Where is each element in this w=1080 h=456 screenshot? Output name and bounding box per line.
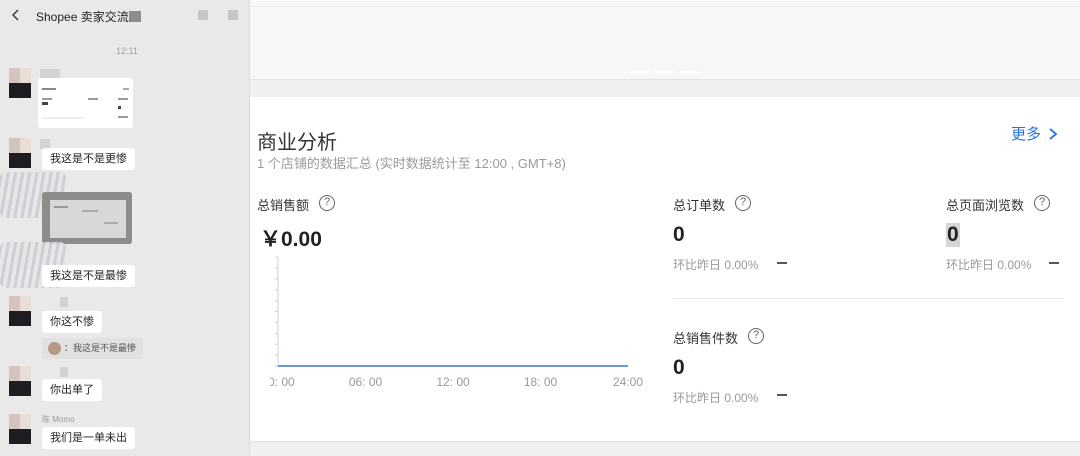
chat-panel: Shopee 卖家交流 12:11 我这是不是更惨 我这是不是最惨 你这不惨 ：…: [0, 0, 250, 456]
chat-header: Shopee 卖家交流: [0, 0, 249, 32]
business-analysis-card: 商业分析 1 个店铺的数据汇总 (实时数据统计至 12:00 , GMT+8) …: [250, 97, 1080, 441]
message-bubble[interactable]: 我这是不是最惨: [42, 265, 135, 287]
x-tick-label: 06: 00: [349, 375, 383, 389]
page-views-label: 总页面浏览数: [946, 198, 1025, 213]
message-timestamp: 12:11: [116, 46, 138, 56]
page-views-change: 环比昨日 0.00%: [946, 258, 1032, 272]
image-message[interactable]: [42, 192, 132, 244]
items-sold-label: 总销售件数: [673, 331, 739, 346]
chat-title: Shopee 卖家交流: [36, 10, 129, 24]
trend-flat-icon: [777, 262, 787, 264]
x-tick-label: 00: 00: [270, 375, 295, 389]
quote-avatar: [48, 342, 61, 355]
message-bubble[interactable]: 我们是一单未出: [42, 427, 135, 449]
carousel-dot[interactable]: [655, 71, 675, 74]
help-icon[interactable]: ?: [319, 195, 335, 211]
avatar[interactable]: [9, 68, 31, 98]
orders-change: 环比昨日 0.00%: [673, 258, 759, 272]
carousel-dot[interactable]: [630, 71, 650, 74]
section-subtitle: 1 个店铺的数据汇总 (实时数据统计至 12:00 , GMT+8): [257, 156, 566, 171]
sender-name-redacted: [60, 297, 68, 307]
x-tick-label: 18: 00: [524, 375, 558, 389]
sales-line-chart: 00: 00 06: 00 12: 00 18: 00 24:00: [270, 256, 643, 389]
quoted-message[interactable]: ：我这是不是最惨: [42, 338, 144, 359]
section-title: 商业分析: [257, 132, 337, 154]
x-tick-label: 12: 00: [436, 375, 470, 389]
items-sold-change: 环比昨日 0.00%: [673, 391, 759, 405]
avatar[interactable]: [9, 366, 31, 396]
image-message[interactable]: [38, 78, 133, 128]
quoted-message-text: ：我这是不是最惨: [64, 343, 137, 353]
total-sales-value: ￥0.00: [260, 228, 322, 251]
sender-name-redacted: [60, 367, 68, 377]
chat-info-icon[interactable]: [198, 10, 208, 20]
carousel-dot[interactable]: [680, 71, 700, 74]
sender-name: 陈 Momo: [42, 415, 75, 424]
total-orders-value: 0: [673, 223, 685, 246]
help-icon[interactable]: ?: [1034, 195, 1050, 211]
avatar[interactable]: [9, 414, 31, 444]
top-banner-panel: [250, 0, 1080, 80]
avatar[interactable]: [9, 138, 31, 168]
trend-flat-icon: [1049, 262, 1059, 264]
total-sales-label: 总销售额: [257, 198, 310, 213]
message-bubble[interactable]: 你这不惨: [42, 311, 102, 333]
chat-more-icon[interactable]: [228, 10, 238, 20]
trend-flat-icon: [777, 394, 787, 396]
help-icon[interactable]: ?: [735, 195, 751, 211]
x-tick-label: 24:00: [613, 375, 643, 389]
message-bubble[interactable]: 你出单了: [42, 379, 102, 401]
page-views-value: 0: [946, 223, 960, 247]
back-icon[interactable]: [9, 8, 23, 22]
divider: [673, 298, 1064, 299]
message-bubble[interactable]: 我这是不是更惨: [42, 148, 135, 170]
chevron-right-icon[interactable]: [1047, 126, 1059, 142]
redacted-title-block: [128, 11, 141, 22]
items-sold-value: 0: [673, 356, 685, 379]
total-orders-label: 总订单数: [673, 198, 726, 213]
more-link[interactable]: 更多: [1011, 123, 1041, 144]
help-icon[interactable]: ?: [748, 328, 764, 344]
avatar[interactable]: [9, 296, 31, 326]
divider: [250, 6, 1080, 7]
